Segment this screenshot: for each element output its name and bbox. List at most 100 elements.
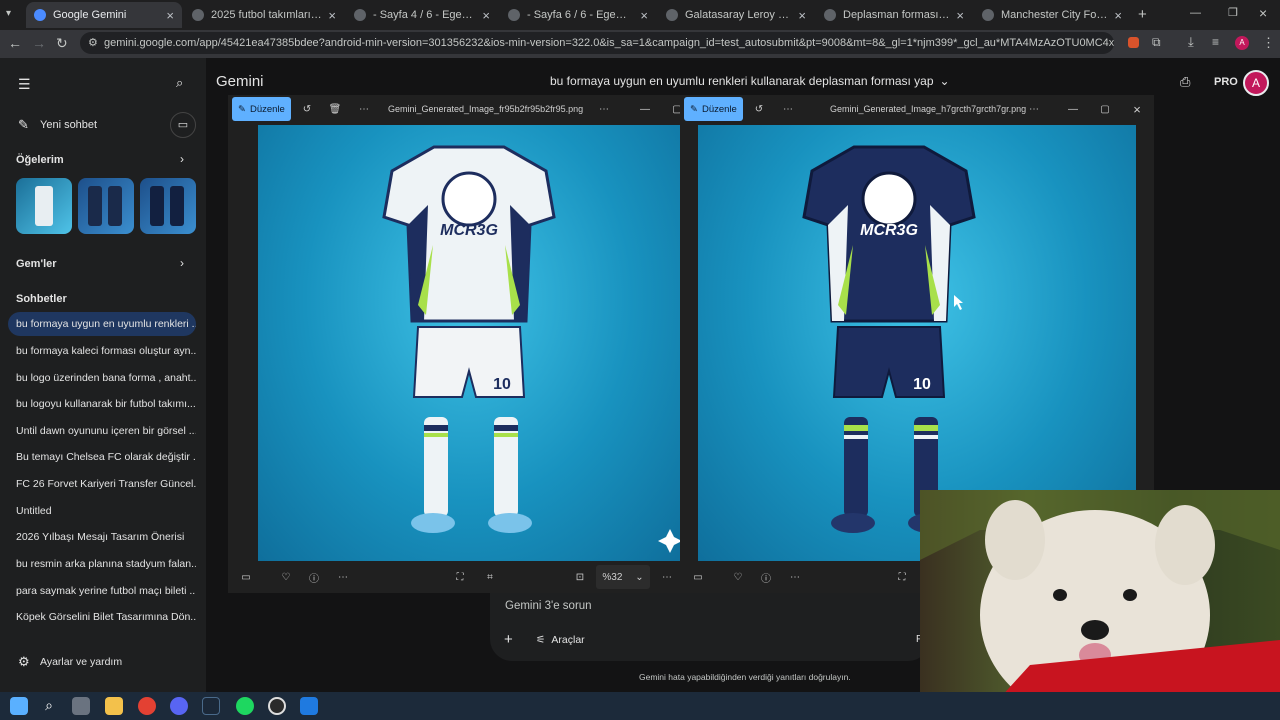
minimize-window-icon[interactable]: — [1190, 7, 1201, 19]
search-icon[interactable]: ⌕ [40, 697, 58, 715]
edit-button[interactable]: ✎ Düzenle [232, 97, 291, 121]
edit-button[interactable]: ✎ Düzenle [684, 97, 743, 121]
tab-deplasman[interactable]: Deplasman forması rengi × [816, 2, 972, 28]
close-icon[interactable]: × [166, 8, 174, 23]
hdr-icon[interactable]: ⊡ [570, 565, 590, 589]
item-thumbnail[interactable] [16, 178, 72, 234]
toggle-sidebar-button[interactable]: ▭ [170, 112, 196, 138]
share-icon[interactable]: ⎙ [1180, 74, 1190, 90]
steam-icon[interactable] [202, 697, 220, 715]
chrome-icon[interactable] [138, 697, 156, 715]
generated-jersey-image-home[interactable]: MCR3G 10 [258, 125, 680, 561]
filmstrip-icon[interactable]: ▭ [688, 565, 708, 589]
info-icon[interactable]: ⓘ [756, 565, 776, 589]
close-icon[interactable]: × [328, 8, 336, 23]
gems-header[interactable]: Gem'ler [16, 258, 57, 270]
rotate-icon[interactable]: ↺ [750, 97, 768, 121]
profile-avatar[interactable]: A [1235, 36, 1249, 50]
snipping-tool-icon[interactable] [300, 697, 318, 715]
more-icon[interactable]: ⋯ [778, 97, 798, 121]
tab-futbol[interactable]: 2025 futbol takımları forma tas × [184, 2, 344, 28]
new-chat-button[interactable]: Yeni sohbet [40, 119, 97, 131]
favorite-heart-icon[interactable]: ♡ [728, 565, 748, 589]
chat-item[interactable]: Until dawn oyununu içeren bir görsel ... [8, 419, 196, 443]
more-icon[interactable]: ⋯ [594, 97, 614, 121]
tab-mancity[interactable]: Manchester City Forma Özel Te × [974, 2, 1130, 28]
tab-search-icon[interactable]: ▾ [6, 8, 11, 19]
more-icon[interactable]: ⋯ [656, 565, 678, 589]
chat-item[interactable]: Köpek Görselini Bilet Tasarımına Dön... [8, 605, 196, 629]
close-icon[interactable]: × [956, 8, 964, 23]
reload-icon[interactable]: ↻ [56, 35, 68, 52]
search-icon[interactable]: ⌕ [176, 75, 183, 91]
chat-item[interactable]: bu formaya uygun en uyumlu renkleri ... [8, 312, 196, 336]
crop-icon[interactable]: ⛶ [450, 565, 470, 589]
back-icon[interactable]: ← [8, 35, 22, 51]
chat-item[interactable]: bu formaya kaleci forması oluştur ayn... [8, 339, 196, 363]
tab-egemen-6[interactable]: - Sayfa 6 / 6 - Egemen Spor D × [500, 2, 656, 28]
restore-window-icon[interactable]: ❐ [1228, 6, 1238, 19]
tab-egemen-4[interactable]: - Sayfa 4 / 6 - Egemen Spor D × [346, 2, 498, 28]
conversation-title[interactable]: bu formaya uygun en uyumlu renkleri kull… [550, 74, 950, 88]
visual-search-icon[interactable]: ⌗ [480, 565, 500, 589]
filmstrip-icon[interactable]: ▭ [236, 565, 256, 589]
more-icon[interactable]: ⋯ [354, 97, 374, 121]
app-title[interactable]: Gemini [216, 73, 264, 90]
file-explorer-icon[interactable] [105, 697, 123, 715]
close-icon[interactable]: × [1128, 97, 1146, 121]
tab-galatasaray[interactable]: Galatasaray Leroy Sane Design × [658, 2, 814, 28]
tools-button[interactable]: ⚟ Araçlar [536, 634, 585, 646]
discord-icon[interactable] [170, 697, 188, 715]
minimize-icon[interactable]: — [636, 97, 654, 121]
account-avatar[interactable]: A [1243, 70, 1269, 96]
chat-item[interactable]: Bu temayı Chelsea FC olarak değiştir ... [8, 445, 196, 469]
chat-item[interactable]: 2026 Yılbaşı Mesajı Tasarım Önerisi [8, 525, 196, 549]
favorite-heart-icon[interactable]: ♡ [276, 565, 296, 589]
chevron-right-icon[interactable]: › [180, 152, 184, 166]
windows-start-icon[interactable] [10, 697, 28, 715]
delete-icon[interactable]: 🗑 [326, 97, 344, 121]
close-icon[interactable]: × [1114, 8, 1122, 23]
menu-icon[interactable]: ☰ [18, 76, 31, 93]
spotify-icon[interactable] [236, 697, 254, 715]
close-icon[interactable]: × [640, 8, 648, 23]
chevron-right-icon[interactable]: › [180, 256, 184, 270]
crop-icon[interactable]: ⛶ [892, 565, 912, 589]
maximize-icon[interactable]: ▢ [1096, 97, 1114, 121]
settings-help-link[interactable]: Ayarlar ve yardım [40, 656, 122, 668]
add-attachment-icon[interactable]: + [504, 631, 513, 648]
obs-icon[interactable] [268, 697, 286, 715]
puzzle-icon[interactable]: ⧉ [1152, 35, 1161, 50]
settings-gear-icon[interactable]: ⚙ [18, 654, 30, 670]
more-icon[interactable]: ⋯ [332, 565, 354, 589]
tab-gemini[interactable]: Google Gemini × [26, 2, 182, 28]
close-icon[interactable]: × [798, 8, 806, 23]
url-bar[interactable]: ⚙ gemini.google.com/app/45421ea47385bdee?… [80, 32, 1114, 54]
rotate-icon[interactable]: ↺ [298, 97, 316, 121]
media-icon[interactable]: ≡ [1212, 35, 1219, 49]
zoom-select[interactable]: %32 ⌄ [596, 565, 650, 589]
extension-icon[interactable] [1128, 37, 1139, 48]
pro-badge[interactable]: PRO [1214, 76, 1238, 88]
item-thumbnail[interactable] [140, 178, 196, 234]
download-icon[interactable]: ⤓ [1188, 34, 1194, 50]
chat-item[interactable]: FC 26 Forvet Kariyeri Transfer Güncel... [8, 472, 196, 496]
prompt-input[interactable]: Gemini 3'e sorun [505, 600, 592, 612]
site-info-icon[interactable]: ⚙ [88, 36, 98, 49]
chat-item[interactable]: Untitled [8, 499, 196, 523]
chat-item[interactable]: para saymak yerine futbol maçı bileti ..… [8, 579, 196, 603]
my-items-header[interactable]: Öğelerim [16, 154, 64, 166]
item-thumbnail[interactable] [78, 178, 134, 234]
chat-item[interactable]: bu resmin arka planına stadyum falan... [8, 552, 196, 576]
chat-item[interactable]: bu logo üzerinden bana forma , anaht... [8, 366, 196, 390]
more-icon[interactable]: ⋯ [1024, 97, 1044, 121]
info-icon[interactable]: ⓘ [304, 565, 324, 589]
minimize-icon[interactable]: — [1064, 97, 1082, 121]
close-icon[interactable]: × [482, 8, 490, 23]
close-window-icon[interactable]: × [1259, 5, 1267, 21]
forward-icon[interactable]: → [32, 35, 46, 51]
browser-menu-icon[interactable]: ⋮ [1262, 35, 1275, 51]
task-view-icon[interactable] [72, 697, 90, 715]
chat-item[interactable]: bu logoyu kullanarak bir futbol takımı..… [8, 392, 196, 416]
new-tab-icon[interactable]: + [1138, 6, 1147, 23]
